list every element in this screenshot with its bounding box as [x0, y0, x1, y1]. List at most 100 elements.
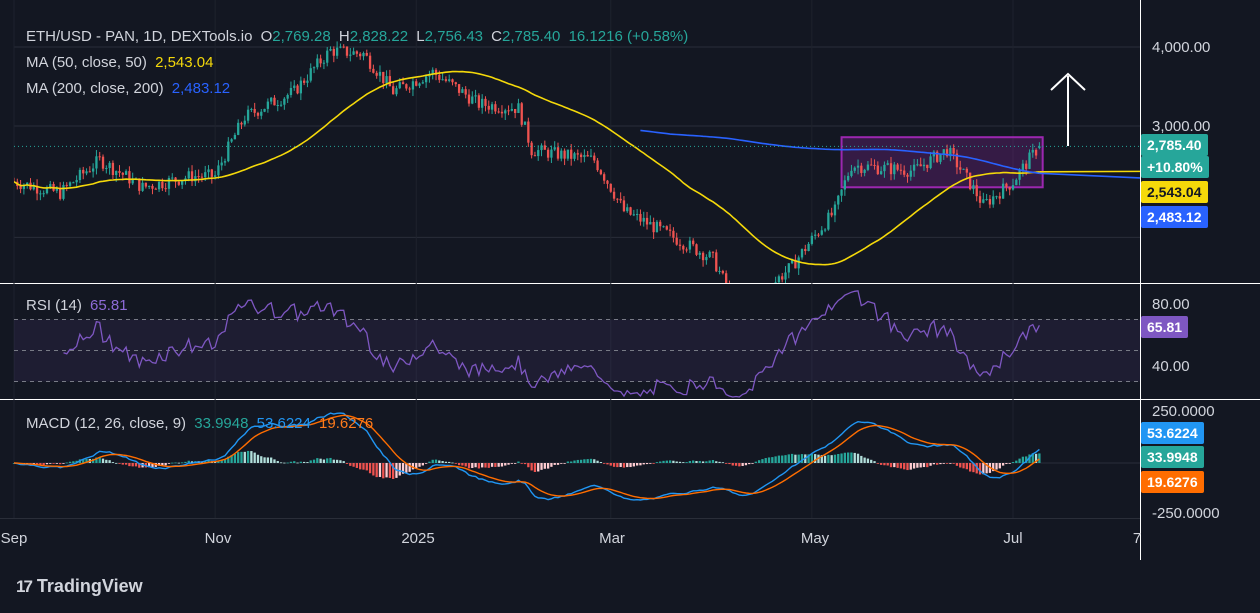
candle-body	[616, 198, 619, 200]
candle-body	[461, 89, 464, 93]
candle-body	[916, 164, 919, 166]
macd-histogram-bar	[319, 458, 322, 463]
ma50-label: MA (50, close, 50)	[26, 54, 147, 71]
candle-body	[500, 111, 504, 114]
macd-histogram-bar	[701, 461, 705, 463]
candle-body	[200, 176, 204, 178]
macd-histogram-bar	[1021, 456, 1025, 463]
macd-histogram-bar	[652, 463, 655, 464]
macd-axis-top: 250.0000	[1152, 403, 1215, 420]
candle-body	[593, 155, 596, 161]
macd-histogram-bar	[359, 463, 362, 470]
candle-body	[665, 226, 668, 230]
tradingview-logo[interactable]: 17 TradingView	[16, 576, 143, 597]
candle-body	[879, 171, 883, 175]
candle-body	[157, 181, 161, 190]
low-label: L	[416, 28, 425, 45]
macd-histogram-bar	[718, 461, 721, 463]
macd-histogram-bar	[263, 457, 266, 463]
candle-body	[148, 185, 151, 187]
macd-histogram-bar	[306, 462, 309, 463]
candle-body	[392, 86, 395, 95]
macd-histogram-bar	[481, 463, 484, 468]
high-label: H	[338, 28, 350, 45]
macd-histogram-bar	[378, 463, 382, 477]
candle-body	[642, 217, 645, 222]
candle-body	[507, 110, 510, 112]
macd-legend[interactable]: MACD (12, 26, close, 9) 33.9948 53.6224 …	[26, 415, 377, 432]
candle-body	[609, 183, 612, 192]
macd-histogram-bar	[448, 461, 451, 463]
candle-body	[777, 276, 781, 283]
macd-histogram-bar	[761, 459, 764, 463]
candle-body	[517, 103, 520, 113]
candle-body	[345, 46, 349, 56]
macd-histogram-bar	[767, 457, 771, 463]
candle-body	[698, 252, 701, 255]
candle-body	[579, 154, 583, 158]
candle-body	[240, 122, 243, 125]
candle-body	[266, 101, 270, 109]
macd-histogram-bar	[471, 463, 474, 468]
macd-histogram-bar	[830, 455, 833, 463]
candle-body	[424, 76, 428, 83]
macd-histogram-bar	[642, 463, 645, 465]
macd-histogram-bar	[626, 463, 629, 468]
rsi-legend[interactable]: RSI (14) 65.81	[26, 297, 132, 314]
candle-body	[992, 196, 995, 205]
candle-body	[606, 180, 609, 184]
macd-histogram-bar	[754, 461, 757, 463]
candle-body	[886, 163, 889, 165]
open-value: 2,769.28	[272, 28, 331, 45]
macd-histogram-value: 33.9948	[194, 415, 249, 432]
macd-histogram-bar	[335, 459, 339, 463]
macd-histogram-bar	[504, 463, 507, 466]
candle-body	[807, 243, 810, 252]
candle-body	[263, 108, 266, 112]
macd-histogram-bar	[734, 463, 738, 466]
macd-histogram-bar	[246, 450, 250, 463]
candle-body	[204, 172, 207, 178]
macd-histogram-bar	[649, 463, 652, 464]
macd-histogram-bar	[843, 452, 847, 463]
macd-histogram-bar	[1011, 462, 1015, 463]
macd-histogram-bar	[368, 463, 372, 474]
macd-histogram-bar	[612, 463, 616, 467]
macd-histogram-tag: 33.9948	[1141, 446, 1204, 468]
macd-histogram-bar	[846, 452, 850, 463]
candle-body	[860, 165, 863, 173]
ma50-legend[interactable]: MA (50, close, 50) 2,543.04	[26, 54, 217, 71]
candle-body	[906, 174, 909, 177]
candle-body	[846, 175, 850, 181]
ma200-legend[interactable]: MA (200, close, 200) 2,483.12	[26, 80, 234, 97]
candle-body	[223, 161, 227, 163]
candle-body	[438, 74, 441, 80]
macd-histogram-bar	[721, 462, 725, 464]
macd-histogram-bar	[705, 461, 708, 463]
macd-histogram-bar	[929, 463, 932, 466]
candle-body	[378, 71, 382, 76]
macd-histogram-bar	[65, 462, 68, 464]
candle-body	[576, 153, 579, 155]
tradingview-logo-icon: 17	[16, 576, 33, 596]
macd-histogram-bar	[771, 457, 774, 463]
macd-histogram-bar	[457, 463, 461, 466]
candle-body	[335, 47, 339, 56]
candle-body	[612, 191, 616, 199]
candle-body	[1015, 179, 1018, 186]
candle-body	[332, 48, 335, 56]
macd-histogram-bar	[573, 460, 576, 463]
candle-body	[497, 111, 500, 113]
macd-histogram-bar	[794, 454, 797, 463]
candle-body	[464, 89, 467, 95]
x-label-2025: 2025	[401, 530, 435, 547]
macd-histogram-bar	[431, 459, 434, 463]
candle-body	[721, 270, 725, 274]
macd-histogram-bar	[164, 463, 167, 466]
candle-body	[738, 303, 740, 314]
macd-histogram-bar	[312, 459, 316, 463]
macd-histogram-bar	[365, 463, 368, 471]
candle-body	[1001, 183, 1005, 199]
candle-body	[649, 222, 652, 225]
macd-histogram-bar	[682, 462, 685, 463]
